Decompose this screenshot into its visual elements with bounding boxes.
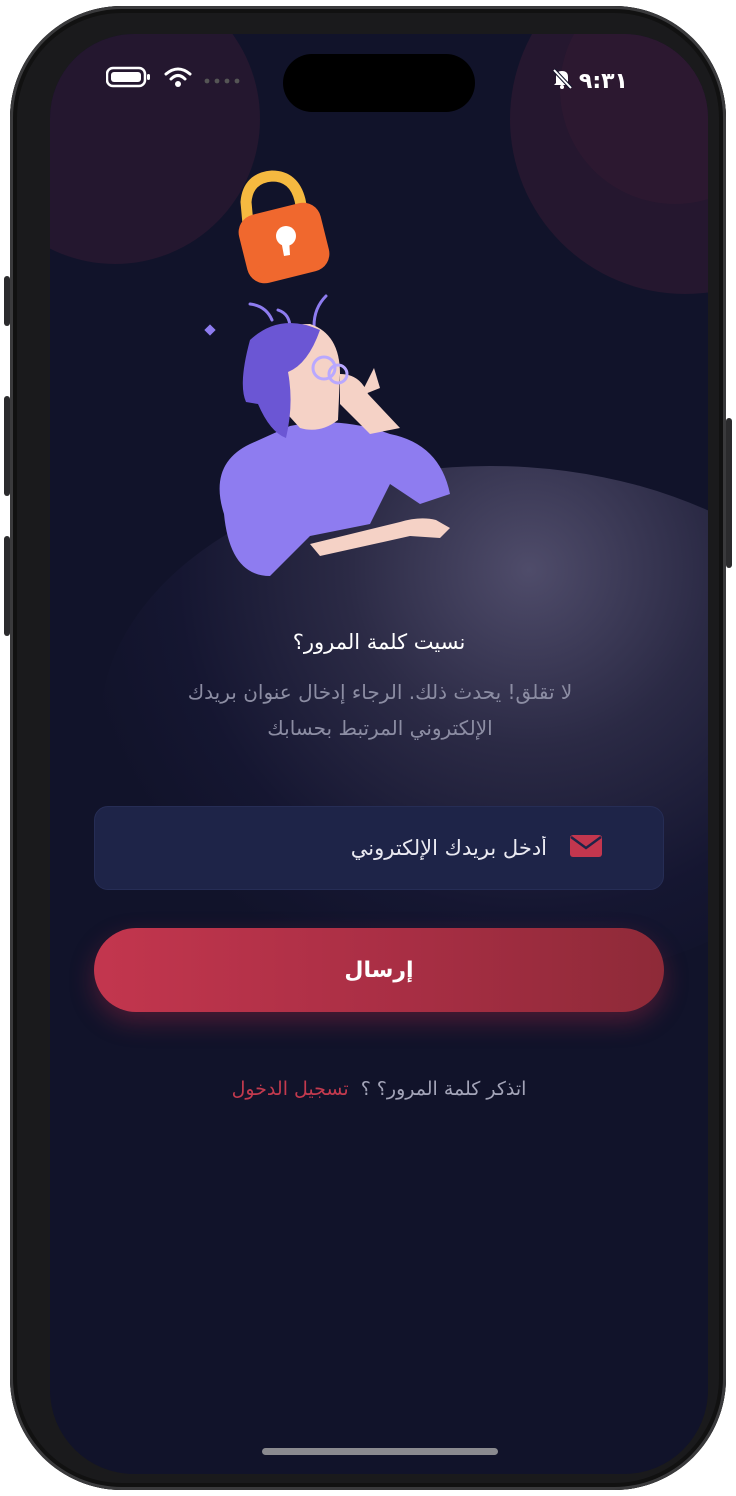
email-input[interactable] — [95, 835, 549, 861]
login-prompt: اتذكر كلمة المرور؟ ؟ تسجيل الدخول — [50, 1078, 708, 1100]
woman-thinking-illustration — [219, 322, 450, 576]
padlock-icon — [238, 170, 330, 284]
bell-muted-icon — [551, 68, 573, 94]
screen: ٩:٣١ نسيت كلمة المرور؟ لا تقلق! يحدث ذلك… — [50, 34, 708, 1474]
status-icons-right: ٩:٣١ — [551, 68, 628, 94]
mute-switch — [4, 276, 10, 326]
volume-up-button — [4, 396, 10, 496]
forgot-password-illustration — [204, 170, 450, 576]
status-time: ٩:٣١ — [578, 68, 628, 94]
login-link[interactable]: تسجيل الدخول — [232, 1078, 349, 1100]
mail-icon — [569, 833, 603, 863]
email-field-container[interactable] — [94, 806, 664, 890]
send-button[interactable]: إرسال — [94, 928, 664, 1012]
signal-dots-icon — [204, 70, 240, 89]
phone-frame: ٩:٣١ نسيت كلمة المرور؟ لا تقلق! يحدث ذلك… — [4, 6, 732, 1490]
battery-icon — [105, 66, 152, 92]
remember-password-text: اتذكر كلمة المرور؟ ؟ — [360, 1078, 527, 1100]
home-indicator[interactable] — [262, 1448, 498, 1455]
volume-down-button — [4, 536, 10, 636]
forgot-password-subtitle: لا تقلق! يحدث ذلك. الرجاء إدخال عنوان بر… — [187, 680, 573, 740]
status-icons-left — [105, 66, 240, 92]
dynamic-island — [283, 54, 475, 112]
forgot-password-title: نسيت كلمة المرور؟ — [292, 630, 466, 654]
power-button — [726, 418, 732, 568]
wifi-icon — [164, 66, 192, 92]
